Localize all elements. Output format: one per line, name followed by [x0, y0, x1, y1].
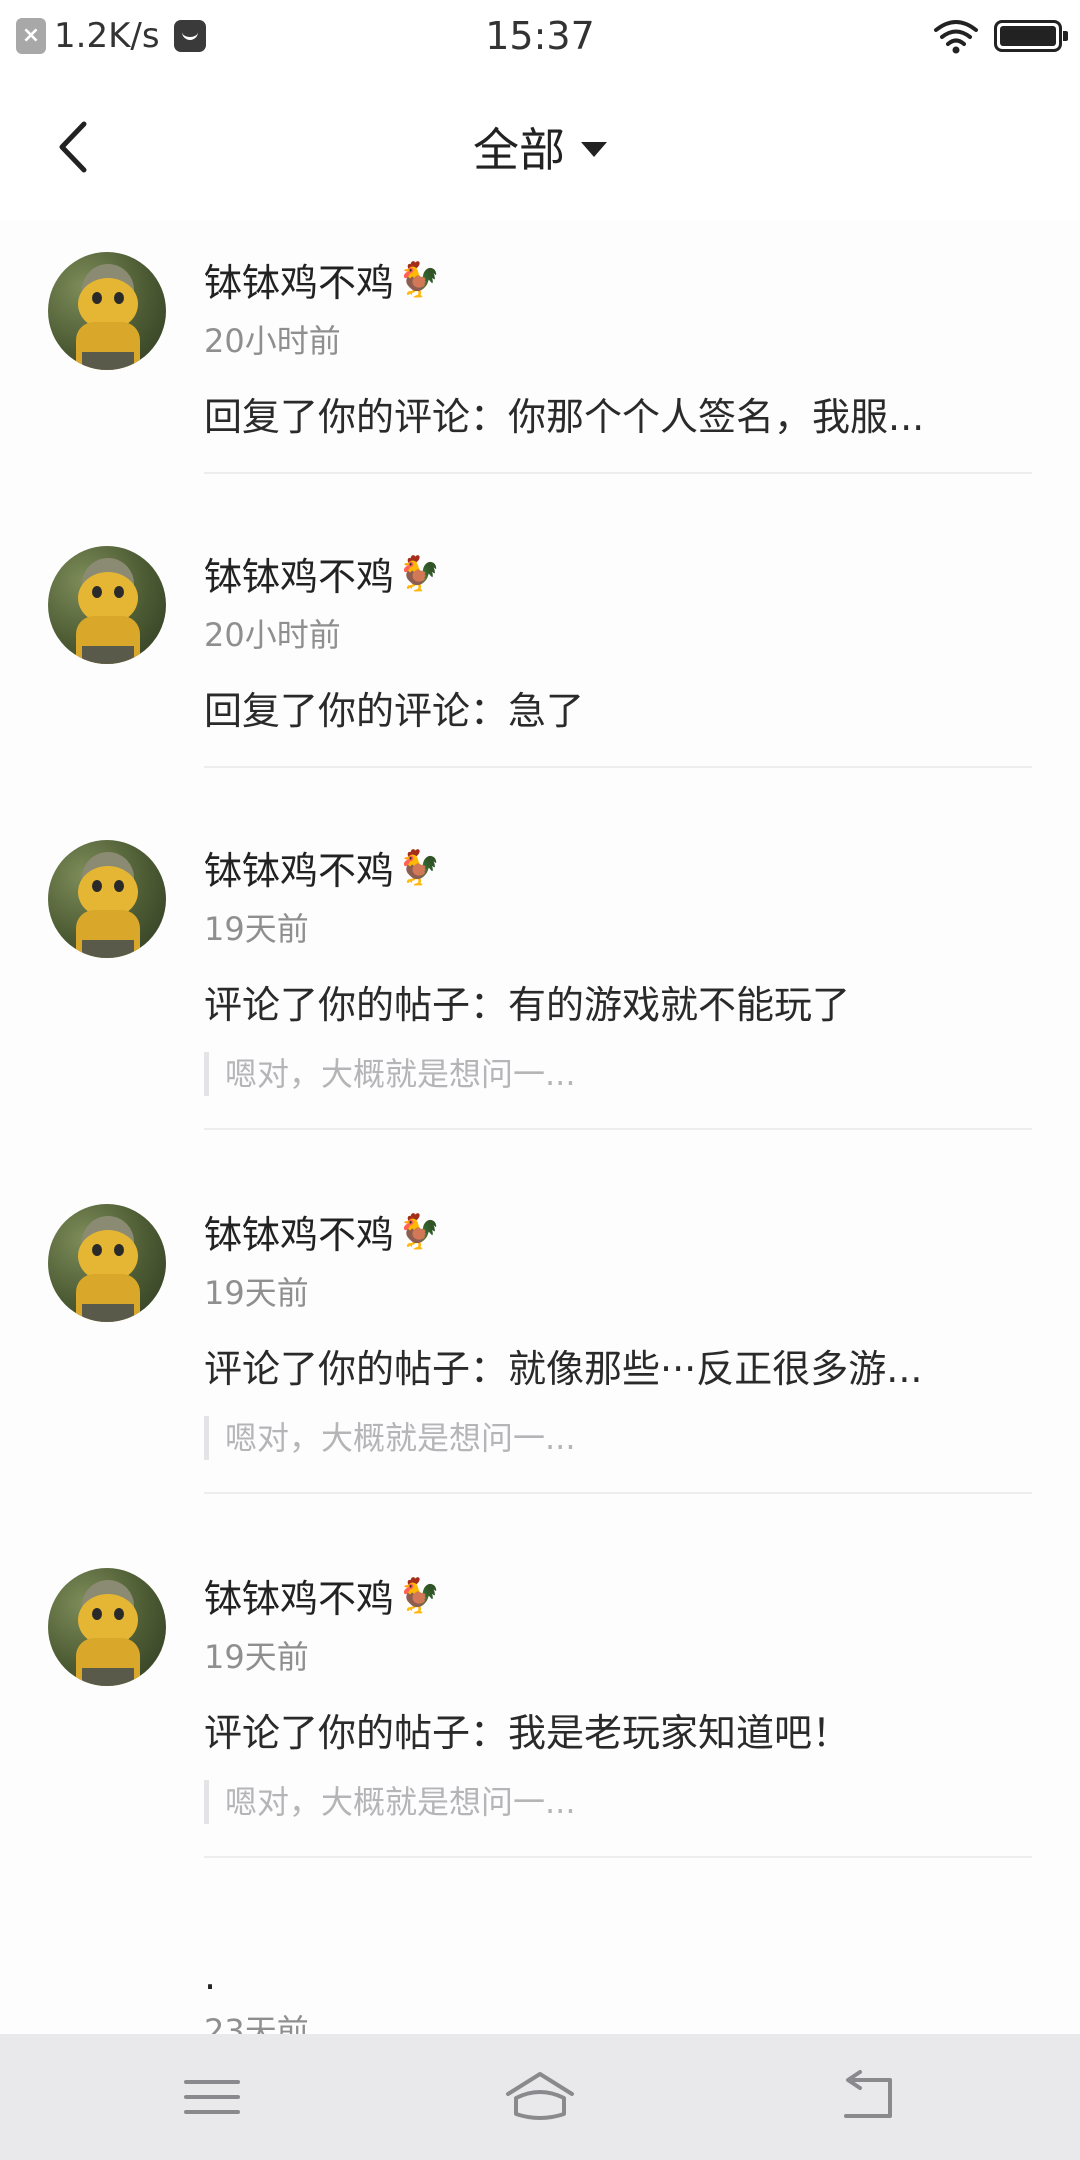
avatar[interactable] [48, 1204, 166, 1322]
timestamp: 20小时前 [204, 322, 341, 360]
name-row: 钵钵鸡不鸡 🐓 [204, 1568, 440, 1623]
header: 全部 [0, 72, 1080, 220]
notification-text: 评论了你的帖子：就像那些···反正很多游... [204, 1347, 923, 1391]
avatar[interactable] [48, 252, 166, 370]
name-row: . [204, 1954, 216, 1998]
avatar[interactable] [48, 840, 166, 958]
chicken-icon: 🐓 [398, 259, 441, 300]
chicken-icon: 🐓 [398, 1211, 441, 1252]
name-row: 钵钵鸡不鸡 🐓 [204, 546, 440, 601]
quoted-post[interactable]: 嗯对，大概就是想问一... [204, 1416, 576, 1460]
list-item[interactable]: 钵钵鸡不鸡 🐓 19天前 评论了你的帖子：有的游戏就不能玩了 嗯对，大概就是想问… [0, 808, 1080, 1172]
notification-text: 评论了你的帖子：有的游戏就不能玩了 [204, 983, 851, 1027]
status-bar: × 1.2K/s 15:37 [0, 0, 1080, 72]
notification-text: 回复了你的评论：你那个个人签名，我服... [204, 395, 925, 439]
list-item[interactable]: 钵钵鸡不鸡 🐓 19天前 评论了你的帖子：我是老玩家知道吧！ 嗯对，大概就是想问… [0, 1536, 1080, 1900]
quoted-post[interactable]: 嗯对，大概就是想问一... [204, 1052, 576, 1096]
name-row: 钵钵鸡不鸡 🐓 [204, 1204, 440, 1259]
filter-dropdown[interactable]: 全部 [0, 114, 1080, 180]
user-name[interactable]: 钵钵鸡不鸡 [204, 1204, 394, 1259]
status-right [932, 18, 1068, 54]
chicken-icon: 🐓 [398, 553, 441, 594]
timestamp: 19天前 [204, 1638, 309, 1676]
menu-icon[interactable] [172, 2064, 252, 2130]
system-nav-bar [0, 2034, 1080, 2160]
notification-list: 钵钵鸡不鸡 🐓 20小时前 回复了你的评论：你那个个人签名，我服... 钵钵鸡不… [0, 220, 1080, 2100]
notification-text: 回复了你的评论：急了 [204, 689, 585, 733]
user-name[interactable]: . [204, 1954, 216, 1998]
battery-icon [994, 20, 1068, 52]
name-row: 钵钵鸡不鸡 🐓 [204, 840, 440, 895]
user-name[interactable]: 钵钵鸡不鸡 [204, 1568, 394, 1623]
name-row: 钵钵鸡不鸡 🐓 [204, 252, 440, 307]
back-icon[interactable] [828, 2064, 908, 2130]
caret-down-icon [581, 141, 607, 157]
user-name[interactable]: 钵钵鸡不鸡 [204, 546, 394, 601]
list-item[interactable]: 钵钵鸡不鸡 🐓 20小时前 回复了你的评论：你那个个人签名，我服... [0, 220, 1080, 514]
page-title: 全部 [473, 123, 565, 177]
user-name[interactable]: 钵钵鸡不鸡 [204, 252, 394, 307]
list-item[interactable]: 钵钵鸡不鸡 🐓 20小时前 回复了你的评论：急了 [0, 514, 1080, 808]
avatar[interactable] [48, 546, 166, 664]
divider [204, 472, 1032, 474]
timestamp: 19天前 [204, 1274, 309, 1312]
avatar[interactable] [48, 1568, 166, 1686]
divider [204, 1128, 1032, 1130]
notification-text: 评论了你的帖子：我是老玩家知道吧！ [204, 1711, 851, 1755]
divider [204, 1492, 1032, 1494]
timestamp: 20小时前 [204, 616, 341, 654]
battery-fill [1000, 26, 1056, 46]
home-icon[interactable] [500, 2064, 580, 2130]
list-item[interactable]: 钵钵鸡不鸡 🐓 19天前 评论了你的帖子：就像那些···反正很多游... 嗯对，… [0, 1172, 1080, 1536]
wifi-icon [934, 20, 978, 54]
divider [204, 1856, 1032, 1858]
notifications-screen: × 1.2K/s 15:37 全部 钵钵鸡不鸡 🐓 20小时前 回复了你的评论：… [0, 0, 1080, 2160]
divider [204, 766, 1032, 768]
chicken-icon: 🐓 [398, 1575, 441, 1616]
status-time: 15:37 [485, 14, 595, 58]
timestamp: 19天前 [204, 910, 309, 948]
quoted-post[interactable]: 嗯对，大概就是想问一... [204, 1780, 576, 1824]
chicken-icon: 🐓 [398, 847, 441, 888]
user-name[interactable]: 钵钵鸡不鸡 [204, 840, 394, 895]
